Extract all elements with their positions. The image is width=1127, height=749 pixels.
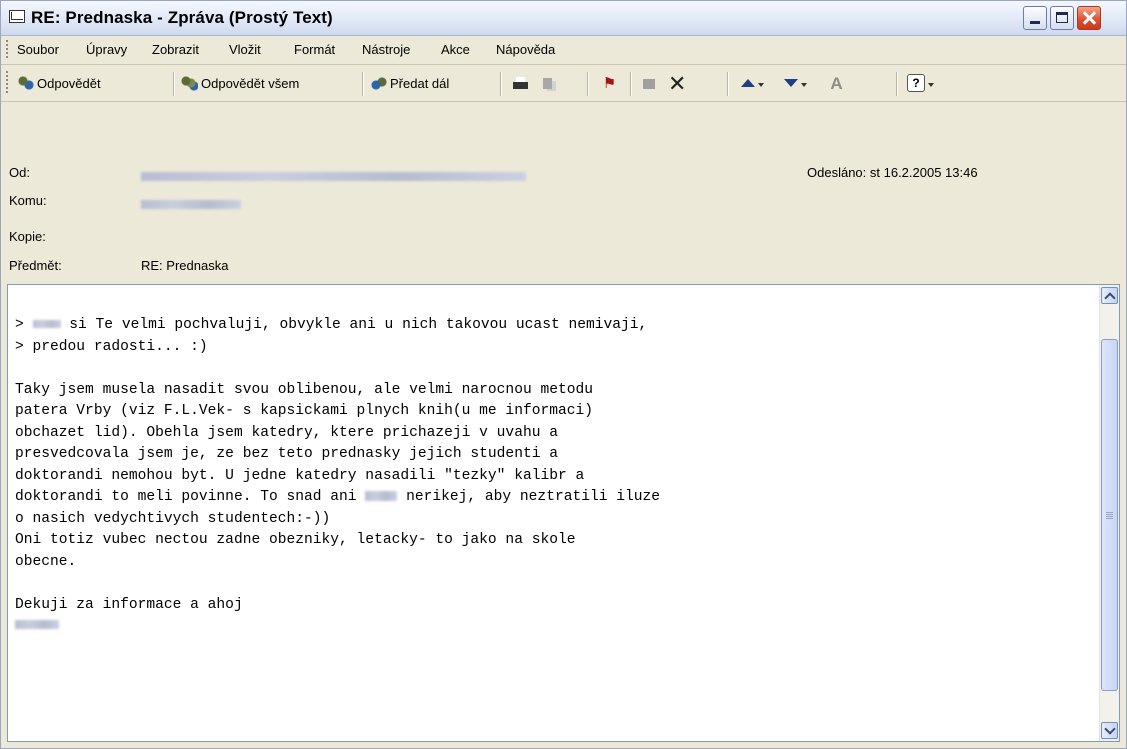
reply-all-button[interactable]: Odpovědět všem <box>181 73 299 93</box>
scroll-up-button[interactable] <box>1101 287 1118 304</box>
body-line-pre: doktorandi to meli povinne. To snad ani <box>15 489 366 505</box>
quote-marker: > <box>15 317 33 333</box>
sent-info: Odesláno: st 16.2.2005 13:46 <box>807 165 978 180</box>
window-title: RE: Prednaska - Zpráva (Prostý Text) <box>31 8 333 27</box>
toolbar-separator <box>362 72 364 96</box>
toolbar-separator <box>896 72 898 96</box>
from-value-redacted <box>141 169 526 184</box>
to-value-redacted <box>141 197 241 212</box>
move-to-folder-icon <box>641 74 658 92</box>
toolbar-grip[interactable] <box>6 71 8 95</box>
menu-actions[interactable]: Akce <box>441 42 470 57</box>
reply-all-label: Odpovědět všem <box>201 75 300 91</box>
menu-format[interactable]: Formát <box>294 42 335 57</box>
move-to-folder-button[interactable] <box>641 73 661 93</box>
copy-button[interactable] <box>541 73 561 93</box>
copy-icon <box>541 74 558 92</box>
chevron-down-icon <box>928 75 936 92</box>
minimize-button[interactable] <box>1023 6 1047 30</box>
redacted-signature <box>15 620 59 629</box>
forward-label: Předat dál <box>390 75 450 91</box>
quote-line-2: > predou radosti... :) <box>15 338 208 355</box>
menu-insert[interactable]: Vložit <box>229 42 261 57</box>
menu-tools[interactable]: Nástroje <box>362 42 410 57</box>
body-paragraph-2: o nasich vedychtivych studentech:-)) Oni… <box>15 510 576 570</box>
flag-button[interactable]: ⚑ <box>601 73 621 93</box>
menu-grip[interactable] <box>6 40 8 60</box>
sent-label: Odesláno: <box>807 165 867 180</box>
envelope-icon <box>9 10 25 23</box>
delete-button[interactable]: ✕ <box>668 70 688 96</box>
menu-help[interactable]: Nápověda <box>496 42 555 57</box>
reply-all-icon <box>181 74 198 92</box>
quote-line-1: si Te velmi pochvaluji, obvykle ani u ni… <box>60 317 648 333</box>
sent-value: st 16.2.2005 13:46 <box>869 165 978 180</box>
reply-button[interactable]: Odpovědět <box>17 73 101 93</box>
font-size-icon: A <box>830 73 843 93</box>
menu-bar: Soubor Úpravy Zobrazit Vložit Formát Nás… <box>1 36 1126 65</box>
from-label: Od: <box>9 165 30 180</box>
close-button[interactable] <box>1077 6 1101 30</box>
menu-file[interactable]: Soubor <box>17 42 59 57</box>
menu-view[interactable]: Zobrazit <box>152 42 199 57</box>
help-icon: ? <box>907 74 925 92</box>
chevron-down-icon <box>758 75 766 92</box>
body-line-post: nerikej, aby neztratili iluze <box>397 489 661 505</box>
printer-icon <box>509 74 531 93</box>
toolbar: Odpovědět Odpovědět všem Předat dál ⚑ ✕ <box>1 65 1126 102</box>
toolbar-separator <box>500 72 502 96</box>
message-body[interactable]: > si Te velmi pochvaluji, obvykle ani u … <box>7 284 1120 742</box>
previous-item-button[interactable] <box>741 73 769 93</box>
title-bar[interactable]: RE: Prednaska - Zpráva (Prostý Text) <box>1 1 1126 36</box>
up-arrow-icon <box>741 75 755 92</box>
print-button[interactable] <box>509 73 534 93</box>
closing-line: Dekuji za informace a ahoj <box>15 596 243 613</box>
forward-icon <box>370 74 387 92</box>
reply-label: Odpovědět <box>37 75 101 91</box>
forward-button[interactable]: Předat dál <box>370 73 449 93</box>
message-text[interactable]: > si Te velmi pochvaluji, obvykle ani u … <box>15 315 1085 638</box>
delete-icon: ✕ <box>668 70 687 96</box>
help-button[interactable]: ? <box>907 73 939 93</box>
vertical-scrollbar[interactable] <box>1099 285 1119 741</box>
next-item-button[interactable] <box>784 73 812 93</box>
redacted-name <box>32 320 61 329</box>
flag-icon: ⚑ <box>602 74 617 92</box>
scroll-down-button[interactable] <box>1101 722 1118 739</box>
scroll-thumb[interactable] <box>1101 339 1118 691</box>
body-paragraph-1: Taky jsem musela nasadit svou oblibenou,… <box>15 381 594 484</box>
maximize-button[interactable] <box>1050 6 1074 30</box>
message-window: RE: Prednaska - Zpráva (Prostý Text) Sou… <box>0 0 1127 749</box>
scroll-grip-icon <box>1106 512 1113 519</box>
cc-label: Kopie: <box>9 229 46 244</box>
toolbar-separator <box>727 72 729 96</box>
toolbar-separator <box>630 72 632 96</box>
to-label: Komu: <box>9 193 47 208</box>
menu-edit[interactable]: Úpravy <box>86 42 127 57</box>
subject-label: Předmět: <box>9 258 62 273</box>
toolbar-separator <box>173 72 175 96</box>
reply-icon <box>17 74 34 92</box>
font-size-button[interactable]: A <box>828 73 848 93</box>
toolbar-separator <box>587 72 589 96</box>
redacted-name <box>365 491 398 502</box>
chevron-down-icon <box>801 75 809 92</box>
down-arrow-icon <box>784 75 798 92</box>
subject-value: RE: Prednaska <box>141 258 229 273</box>
